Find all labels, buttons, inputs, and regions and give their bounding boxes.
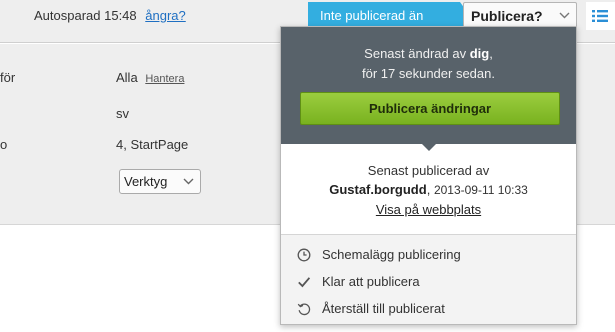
last-changed-info: Senast ändrad av dig, för 17 sekunder se…	[362, 46, 495, 81]
settings-value-access: Alla Hantera	[116, 70, 184, 85]
last-published-date: 2013-09-11 10:33	[433, 183, 528, 197]
view-on-site-link[interactable]: Visa på webbplats	[376, 202, 481, 217]
publish-menu-header: Senast ändrad av dig, för 17 sekunder se…	[281, 27, 576, 151]
autosave-status: Autosparad 15:48 ångra?	[34, 8, 186, 23]
publish-actions-list: Schemalägg publicering Klar att publicer…	[281, 234, 576, 324]
publish-button-label: Publicera?	[471, 8, 543, 24]
settings-label-access: för	[0, 70, 16, 85]
revert-to-published-label: Återställ till publicerat	[322, 301, 445, 316]
access-value: Alla	[116, 70, 138, 85]
last-changed-when: för 17 sekunder sedan.	[362, 66, 495, 81]
autosave-text: Autosparad 15:48	[34, 8, 137, 23]
ready-to-publish-label: Klar att publicera	[322, 274, 420, 289]
last-published-by: Gustaf.borgudd	[329, 182, 427, 197]
publish-menu: Senast ändrad av dig, för 17 sekunder se…	[280, 26, 577, 325]
schedule-publish-item[interactable]: Schemalägg publicering	[297, 245, 567, 265]
settings-label-id: o	[0, 137, 8, 152]
last-published-prefix: Senast publicerad av	[367, 163, 490, 178]
undo-link[interactable]: ångra?	[145, 8, 185, 23]
schedule-publish-label: Schemalägg publicering	[322, 247, 461, 262]
last-changed-by: dig	[469, 46, 490, 61]
ready-to-publish-item[interactable]: Klar att publicera	[297, 272, 567, 292]
tools-select-value: Verktyg	[124, 174, 168, 189]
last-changed-prefix: Senast ändrad av	[364, 46, 467, 61]
tools-select[interactable]: Verktyg	[119, 169, 201, 194]
last-published-info: Senast publicerad av Gustaf.borgudd, 201…	[281, 161, 576, 219]
settings-value-id: 4, StartPage	[116, 137, 189, 152]
publish-changes-button[interactable]: Publicera ändringar	[300, 92, 560, 125]
list-view-toggle[interactable]	[586, 2, 615, 30]
manage-link[interactable]: Hantera	[145, 73, 184, 85]
revert-to-published-item[interactable]: Återställ till publicerat	[297, 299, 567, 319]
settings-value-language: sv	[116, 106, 129, 121]
